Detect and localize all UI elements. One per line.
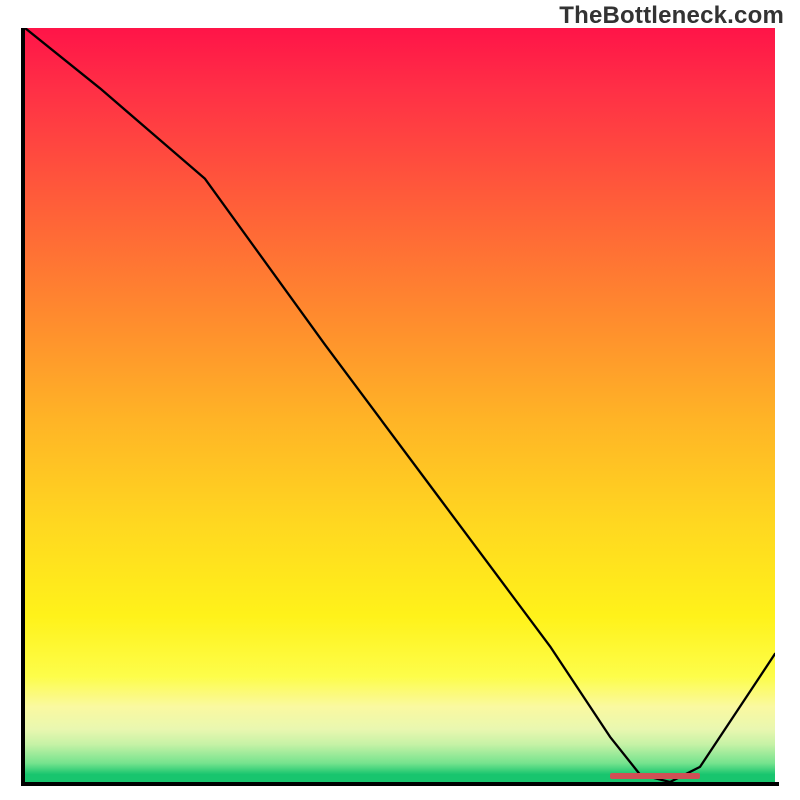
chart-page: TheBottleneck.com: [0, 0, 800, 800]
optimal-range-marker: [610, 773, 700, 779]
x-axis-line: [21, 782, 779, 786]
plot-area: [25, 28, 775, 782]
plot-frame: [21, 28, 779, 786]
curve-path: [25, 28, 775, 782]
watermark-text: TheBottleneck.com: [559, 2, 784, 30]
bottleneck-curve: [25, 28, 775, 782]
y-axis-line: [21, 28, 25, 786]
